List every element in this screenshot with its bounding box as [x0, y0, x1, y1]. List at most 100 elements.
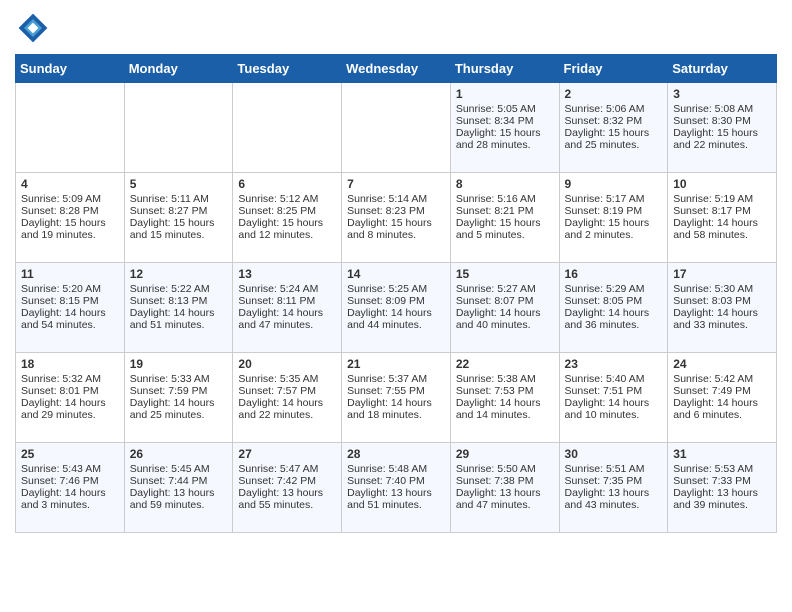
day-info: Sunrise: 5:16 AM [456, 193, 554, 205]
day-info: and 55 minutes. [238, 499, 336, 511]
day-info: Sunrise: 5:33 AM [130, 373, 228, 385]
day-number: 26 [130, 447, 228, 461]
day-info: Sunrise: 5:09 AM [21, 193, 119, 205]
week-row-2: 4 Sunrise: 5:09 AMSunset: 8:28 PM Daylight… [16, 173, 777, 263]
calendar: SundayMondayTuesdayWednesdayThursdayFrid… [15, 54, 777, 533]
calendar-header-row: SundayMondayTuesdayWednesdayThursdayFrid… [16, 55, 777, 83]
day-info: Sunset: 8:34 PM [456, 115, 554, 127]
day-number: 4 [21, 177, 119, 191]
calendar-cell: 6Sunrise: 5:12 AMSunset: 8:25 PMDaylight… [233, 173, 342, 263]
calendar-cell: 29Sunrise: 5:50 AMSunset: 7:38 PMDayligh… [450, 443, 559, 533]
day-info: Sunrise: 5:48 AM [347, 463, 445, 475]
day-info: and 18 minutes. [347, 409, 445, 421]
day-info: Sunrise: 5:50 AM [456, 463, 554, 475]
day-number: 30 [565, 447, 663, 461]
day-info: Sunrise: 5:27 AM [456, 283, 554, 295]
day-info: and 29 minutes. [21, 409, 119, 421]
day-info: Sunset: 8:01 PM [21, 385, 119, 397]
calendar-cell: 10Sunrise: 5:19 AMSunset: 8:17 PMDayligh… [668, 173, 777, 263]
week-row-3: 11Sunrise: 5:20 AMSunset: 8:15 PMDayligh… [16, 263, 777, 353]
day-info: Sunset: 7:38 PM [456, 475, 554, 487]
day-info: and 47 minutes. [456, 499, 554, 511]
day-info: Sunrise: 5:29 AM [565, 283, 663, 295]
calendar-cell: 26Sunrise: 5:45 AMSunset: 7:44 PMDayligh… [124, 443, 233, 533]
day-info: Sunset: 8:11 PM [238, 295, 336, 307]
day-number: 15 [456, 267, 554, 281]
day-info: and 5 minutes. [456, 229, 554, 241]
day-info: Sunset: 7:44 PM [130, 475, 228, 487]
day-info: Sunset: 7:33 PM [673, 475, 771, 487]
calendar-cell: 23Sunrise: 5:40 AMSunset: 7:51 PMDayligh… [559, 353, 668, 443]
day-info: Sunrise: 5:47 AM [238, 463, 336, 475]
day-header-thursday: Thursday [450, 55, 559, 83]
day-info: Daylight: 14 hours [130, 307, 228, 319]
day-number: 2 [565, 87, 663, 101]
calendar-cell: 17Sunrise: 5:30 AMSunset: 8:03 PMDayligh… [668, 263, 777, 353]
calendar-cell: 19Sunrise: 5:33 AMSunset: 7:59 PMDayligh… [124, 353, 233, 443]
day-info: and 39 minutes. [673, 499, 771, 511]
day-info: Sunrise: 5:43 AM [21, 463, 119, 475]
week-row-4: 18Sunrise: 5:32 AMSunset: 8:01 PMDayligh… [16, 353, 777, 443]
day-info: and 19 minutes. [21, 229, 119, 241]
calendar-cell: 14Sunrise: 5:25 AMSunset: 8:09 PMDayligh… [342, 263, 451, 353]
day-number: 16 [565, 267, 663, 281]
day-info: Sunrise: 5:19 AM [673, 193, 771, 205]
day-info: Sunrise: 5:17 AM [565, 193, 663, 205]
day-info: and 28 minutes. [456, 139, 554, 151]
calendar-cell: 9Sunrise: 5:17 AMSunset: 8:19 PMDaylight… [559, 173, 668, 263]
day-info: Sunrise: 5:53 AM [673, 463, 771, 475]
day-info: Daylight: 14 hours [21, 307, 119, 319]
day-info: Daylight: 14 hours [238, 307, 336, 319]
day-info: Sunset: 8:27 PM [130, 205, 228, 217]
day-header-tuesday: Tuesday [233, 55, 342, 83]
day-info: Daylight: 15 hours [456, 217, 554, 229]
day-info: Daylight: 14 hours [673, 397, 771, 409]
day-number: 10 [673, 177, 771, 191]
calendar-cell: 20Sunrise: 5:35 AMSunset: 7:57 PMDayligh… [233, 353, 342, 443]
day-number: 31 [673, 447, 771, 461]
day-number: 20 [238, 357, 336, 371]
day-info: Sunset: 7:55 PM [347, 385, 445, 397]
day-info: Sunset: 7:49 PM [673, 385, 771, 397]
day-number: 1 [456, 87, 554, 101]
day-info: Sunrise: 5:37 AM [347, 373, 445, 385]
day-number: 7 [347, 177, 445, 191]
day-number: 22 [456, 357, 554, 371]
day-info: and 12 minutes. [238, 229, 336, 241]
calendar-cell: 5Sunrise: 5:11 AMSunset: 8:27 PMDaylight… [124, 173, 233, 263]
day-info: and 51 minutes. [130, 319, 228, 331]
day-info: Sunrise: 5:30 AM [673, 283, 771, 295]
day-info: Sunrise: 5:11 AM [130, 193, 228, 205]
day-info: Sunset: 8:32 PM [565, 115, 663, 127]
day-info: Sunrise: 5:06 AM [565, 103, 663, 115]
day-info: Sunset: 8:25 PM [238, 205, 336, 217]
day-info: Daylight: 15 hours [673, 127, 771, 139]
day-info: and 54 minutes. [21, 319, 119, 331]
day-info: Daylight: 14 hours [565, 307, 663, 319]
day-info: Daylight: 14 hours [456, 397, 554, 409]
day-number: 21 [347, 357, 445, 371]
day-info: and 22 minutes. [673, 139, 771, 151]
day-info: and 58 minutes. [673, 229, 771, 241]
day-number: 3 [673, 87, 771, 101]
day-info: and 36 minutes. [565, 319, 663, 331]
calendar-cell: 4Sunrise: 5:09 AMSunset: 8:28 PMDaylight… [16, 173, 125, 263]
day-number: 14 [347, 267, 445, 281]
day-info: Sunrise: 5:05 AM [456, 103, 554, 115]
day-number: 12 [130, 267, 228, 281]
calendar-cell: 15Sunrise: 5:27 AMSunset: 8:07 PMDayligh… [450, 263, 559, 353]
calendar-cell: 3Sunrise: 5:08 AMSunset: 8:30 PMDaylight… [668, 83, 777, 173]
day-number: 28 [347, 447, 445, 461]
day-info: Sunset: 8:28 PM [21, 205, 119, 217]
day-number: 29 [456, 447, 554, 461]
calendar-cell: 24Sunrise: 5:42 AMSunset: 7:49 PMDayligh… [668, 353, 777, 443]
day-header-wednesday: Wednesday [342, 55, 451, 83]
day-number: 18 [21, 357, 119, 371]
calendar-cell: 21Sunrise: 5:37 AMSunset: 7:55 PMDayligh… [342, 353, 451, 443]
day-info: Sunset: 8:15 PM [21, 295, 119, 307]
calendar-cell: 12Sunrise: 5:22 AMSunset: 8:13 PMDayligh… [124, 263, 233, 353]
day-info: Sunrise: 5:14 AM [347, 193, 445, 205]
day-number: 25 [21, 447, 119, 461]
day-info: Daylight: 15 hours [238, 217, 336, 229]
day-info: Sunset: 8:03 PM [673, 295, 771, 307]
